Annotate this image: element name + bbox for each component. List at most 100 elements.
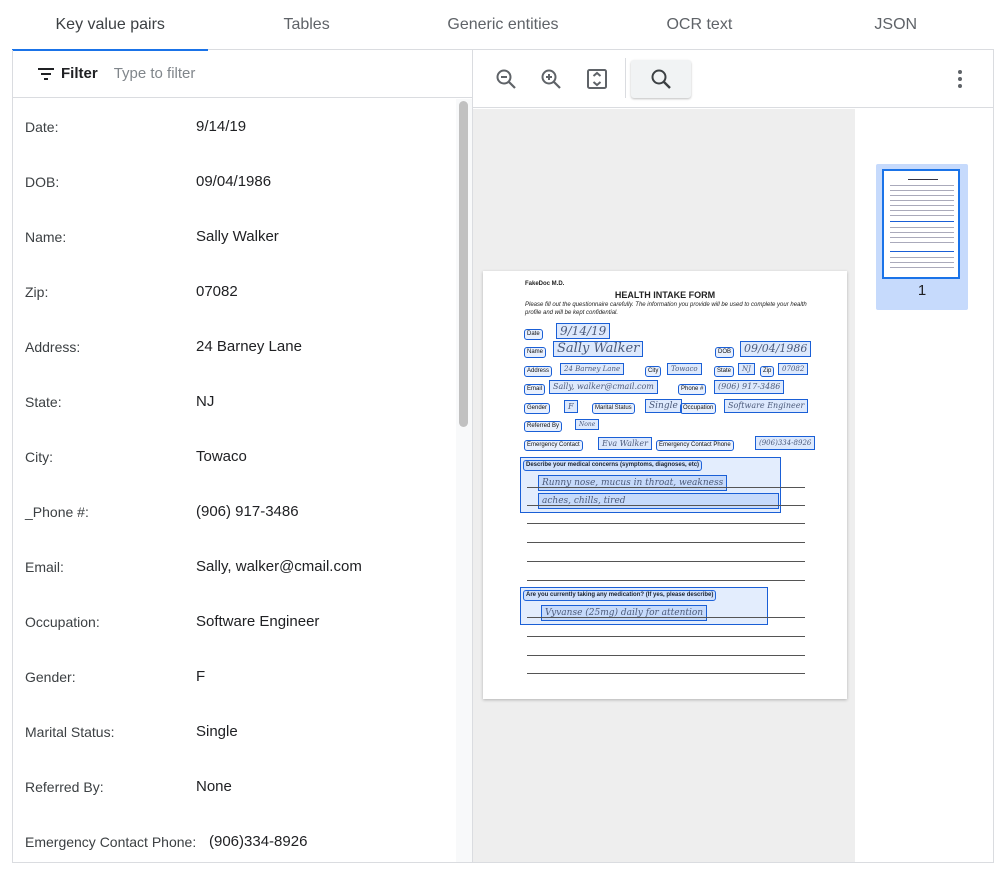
main-panel: Filter Date: 9/14/19 DOB: 09/04/1986 Name:… [12, 50, 994, 863]
form-line [527, 617, 805, 618]
form-value-zip[interactable]: 07082 [778, 363, 809, 375]
page-thumbnail[interactable]: 1 [876, 164, 968, 310]
form-value-phone[interactable]: (906) 917-3486 [714, 380, 785, 394]
kv-key: Marital Status: [25, 723, 115, 740]
document-viewer: FakeDoc M.D. HEALTH INTAKE FORM Please f… [473, 50, 993, 862]
kv-key: Zip: [25, 283, 49, 300]
form-label-name[interactable]: Name [524, 347, 547, 358]
kv-value: None [196, 778, 232, 795]
form-value-date[interactable]: 9/14/19 [556, 323, 611, 339]
form-label-occupation[interactable]: Occupation [680, 403, 717, 414]
list-item: Emergency Contact Phone: (906)334-8926 [13, 814, 456, 862]
scrollbar-thumb[interactable] [459, 101, 468, 427]
kv-value: 24 Barney Lane [196, 338, 302, 355]
tab-generic-entities[interactable]: Generic entities [405, 0, 601, 50]
form-value-city[interactable]: Towaco [667, 363, 702, 375]
list-item: Address: 24 Barney Lane [13, 319, 456, 374]
kv-value: (906)334-8926 [209, 833, 308, 850]
kv-key: Email: [25, 558, 64, 575]
tab-key-value-pairs[interactable]: Key value pairs [12, 0, 209, 51]
more-options-button[interactable] [948, 64, 972, 94]
form-label-address[interactable]: Address [524, 366, 553, 377]
tab-bar: Key value pairs Tables Generic entities … [12, 0, 994, 51]
search-button[interactable] [631, 60, 691, 98]
kv-value: Towaco [196, 448, 247, 465]
kv-value: (906) 917-3486 [196, 503, 299, 520]
more-vert-icon [958, 70, 962, 88]
form-label-state[interactable]: State [714, 366, 735, 377]
form-label-email[interactable]: Email [524, 384, 546, 395]
doc-org: FakeDoc M.D. [525, 281, 565, 287]
list-item: Referred By: None [13, 759, 456, 814]
form-label-date[interactable]: Date [524, 329, 543, 340]
zoom-in-button[interactable] [536, 64, 566, 94]
tab-json[interactable]: JSON [798, 0, 994, 50]
form-value-email[interactable]: Sally, walker@cmail.com [549, 380, 658, 394]
key-value-panel: Filter Date: 9/14/19 DOB: 09/04/1986 Name:… [13, 50, 473, 862]
zoom-out-button[interactable] [491, 64, 521, 94]
kv-key: Date: [25, 118, 59, 135]
fit-page-icon [587, 69, 607, 89]
form-value-gender[interactable]: F [564, 400, 578, 413]
form-label-gender[interactable]: Gender [524, 403, 551, 414]
kv-value: Sally Walker [196, 228, 279, 245]
kv-key: DOB: [25, 173, 60, 190]
form-value-medication[interactable]: Vyvanse (25mg) daily for attention [541, 605, 708, 621]
list-item: DOB: 09/04/1986 [13, 154, 456, 209]
form-value-name[interactable]: Sally Walker [553, 341, 644, 357]
form-line [527, 580, 805, 581]
form-value-address[interactable]: 24 Barney Lane [560, 363, 625, 375]
form-label-phone[interactable]: Phone # [678, 384, 707, 395]
form-value-referred[interactable]: None [575, 419, 600, 430]
kv-key: Emergency Contact Phone: [25, 833, 197, 850]
viewer-toolbar [473, 50, 993, 108]
document-canvas[interactable]: FakeDoc M.D. HEALTH INTAKE FORM Please f… [473, 109, 855, 862]
form-value-dob[interactable]: 09/04/1986 [740, 341, 812, 357]
kv-value: F [196, 668, 206, 685]
search-icon [651, 69, 671, 89]
kv-key: Name: [25, 228, 67, 245]
kv-key: Referred By: [25, 778, 104, 795]
form-label-emergency-contact[interactable]: Emergency Contact [524, 440, 583, 451]
form-line [527, 636, 805, 637]
form-value-emergency-contact[interactable]: Eva Walker [598, 437, 652, 450]
list-item: Zip: 07082 [13, 264, 456, 319]
form-label-emergency-phone[interactable]: Emergency Contact Phone [656, 440, 734, 451]
toolbar-divider [625, 58, 626, 98]
kv-value: Single [196, 723, 238, 740]
filter-bar: Filter [13, 50, 472, 98]
form-value-occupation[interactable]: Software Engineer [724, 399, 809, 413]
list-item: State: NJ [13, 374, 456, 429]
kv-value: 07082 [196, 283, 238, 300]
kv-key: Address: [25, 338, 81, 355]
form-value-concerns-line1[interactable]: Runny nose, mucus in throat, weakness [538, 475, 728, 491]
form-value-concerns-line2[interactable]: aches, chills, tired [538, 493, 779, 509]
document-page[interactable]: FakeDoc M.D. HEALTH INTAKE FORM Please f… [483, 271, 847, 699]
form-value-emergency-phone[interactable]: (906)334-8926 [755, 436, 816, 450]
list-item: Occupation: Software Engineer [13, 594, 456, 649]
form-label-zip[interactable]: Zip [760, 366, 775, 377]
form-line [527, 655, 805, 656]
kv-key: _Phone #: [25, 503, 89, 520]
list-item: _Phone #: (906) 917-3486 [13, 484, 456, 539]
scrollbar[interactable] [456, 99, 472, 862]
form-label-referred[interactable]: Referred By [524, 421, 563, 432]
list-item: Email: Sally, walker@cmail.com [13, 539, 456, 594]
doc-instructions: Please fill out the questionnaire carefu… [525, 302, 807, 316]
kv-key: City: [25, 448, 53, 465]
filter-input[interactable] [111, 64, 412, 83]
list-item: Gender: F [13, 649, 456, 704]
form-line [527, 523, 805, 524]
filter-list-icon[interactable] [37, 67, 55, 81]
kv-value: Sally, walker@cmail.com [196, 558, 362, 575]
tab-tables[interactable]: Tables [208, 0, 404, 50]
kv-value: NJ [196, 393, 215, 410]
form-value-marital[interactable]: Single [645, 399, 682, 413]
form-label-dob[interactable]: DOB [715, 347, 735, 358]
zoom-in-icon [541, 69, 561, 89]
tab-ocr-text[interactable]: OCR text [601, 0, 797, 50]
form-label-marital[interactable]: Marital Status [592, 403, 635, 414]
form-value-state[interactable]: NJ [738, 363, 755, 375]
form-label-city[interactable]: City [645, 366, 662, 377]
fit-page-button[interactable] [582, 64, 612, 94]
